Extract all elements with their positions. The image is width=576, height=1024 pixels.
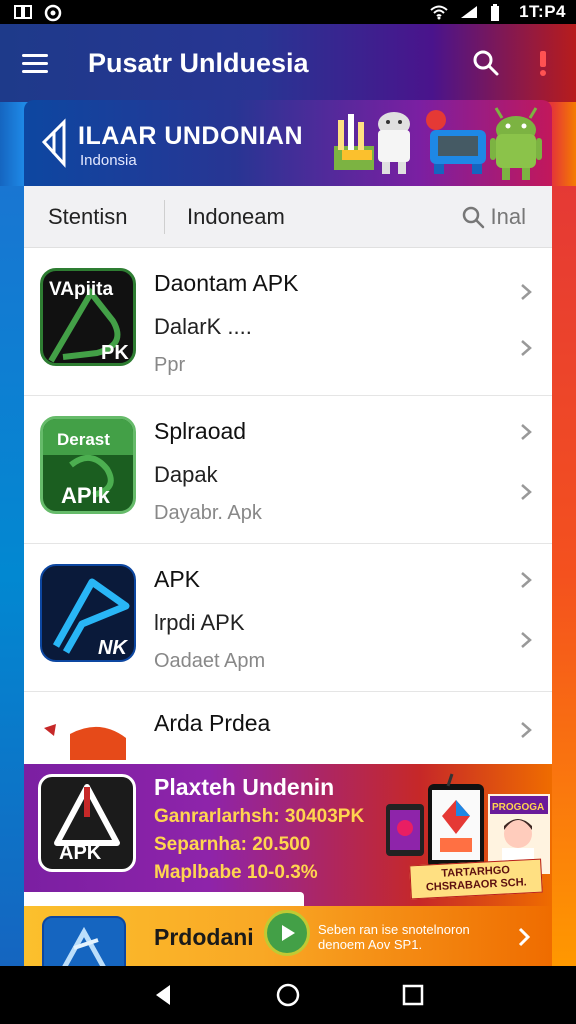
app-bar: Pusatr Unlduesia	[0, 24, 576, 102]
app-name: Splraoad	[154, 418, 247, 444]
app-name: APK	[154, 566, 201, 592]
book-icon	[14, 4, 32, 20]
bottom-app-icon	[42, 916, 126, 966]
apk-flag-icon	[40, 714, 136, 760]
banner-title: ILAAR UNDONIAN	[78, 122, 304, 150]
svg-text:Derast: Derast	[57, 430, 110, 449]
search-icon[interactable]	[466, 43, 506, 83]
home-icon[interactable]	[268, 975, 308, 1015]
signal-icon	[459, 4, 478, 20]
battery-icon	[489, 4, 507, 21]
bottom-feature-card[interactable]: Prdodani Seben ran ise snotelnoron denoe…	[24, 906, 552, 966]
apk-promo-icon: APK	[38, 774, 136, 872]
app-subtitle: Dapak	[154, 462, 218, 487]
app-meta: Ppr	[154, 354, 186, 376]
status-bar: 1T:P4	[0, 0, 576, 24]
filter-search-button[interactable]: Inal	[461, 204, 526, 230]
promo-icon-text: APK	[59, 842, 102, 864]
app-subtitle: lrpdi APK	[154, 610, 245, 635]
app-name: Daontam APK	[154, 270, 299, 296]
alert-icon[interactable]	[528, 43, 558, 83]
chevron-right-icon[interactable]	[518, 282, 534, 302]
header-banner[interactable]: ILAAR UNDONIAN Indonsia	[24, 100, 552, 186]
wifi-icon	[429, 4, 448, 20]
promo-banner[interactable]: APK Plaxteh Undenin Ganrarlarhsh: 30403P…	[24, 764, 552, 906]
chevron-right-icon[interactable]	[518, 482, 534, 502]
chevron-right-icon[interactable]	[518, 720, 534, 740]
android-robots-illustration	[322, 100, 552, 186]
status-time: 1T:P4	[519, 2, 566, 21]
play-button[interactable]	[264, 910, 310, 956]
list-item[interactable]: NK APK lrpdi APK Oadaet Apm	[24, 544, 552, 692]
app-list: VApiita PK Daontam APK DalarK .... Ppr D…	[24, 248, 552, 764]
filter-bar: Stentisn Indoneam Inal	[24, 186, 552, 248]
app-subtitle: DalarK ....	[154, 314, 252, 339]
chevron-right-icon[interactable]	[516, 926, 532, 953]
svg-text:VApiita: VApiita	[49, 279, 113, 300]
background-left-edge	[0, 186, 24, 966]
search-icon	[462, 206, 484, 228]
notification-icon	[44, 4, 62, 22]
promo-stat-2: Separnha: 20.500	[154, 834, 311, 855]
svg-text:APlk: APlk	[61, 483, 111, 508]
app-name: Arda Prdea	[154, 710, 271, 736]
chevron-right-icon[interactable]	[518, 338, 534, 358]
promo-stat-1: Ganrarlarhsh: 30403PK	[154, 806, 365, 827]
tab-indoneam[interactable]: Indoneam	[187, 204, 461, 230]
system-nav-bar	[0, 966, 576, 1024]
apk-neon-icon: NK	[40, 564, 136, 662]
app-title: Pusatr Unlduesia	[88, 47, 309, 78]
recents-icon[interactable]	[393, 975, 433, 1015]
app-meta: Oadaet Apm	[154, 650, 266, 672]
promo-sticker-text: TARTARHGO CHSRABAOR SCH.	[409, 858, 543, 900]
tab-stentisn[interactable]: Stentisn	[24, 204, 164, 230]
banner-subtitle: Indonsia	[80, 152, 137, 169]
apk-green-icon: VApiita PK	[40, 268, 136, 366]
chevron-right-icon[interactable]	[518, 422, 534, 442]
promo-title: Plaxteh Undenin	[154, 774, 335, 800]
list-item[interactable]: Derast APlk Splraoad Dapak Dayabr. Apk	[24, 396, 552, 544]
svg-text:NK: NK	[98, 637, 128, 659]
bottom-card-title: Prdodani	[154, 924, 254, 950]
chevron-right-icon[interactable]	[518, 630, 534, 650]
bottom-card-text: Seben ran ise snotelnoron denoem Aov SP1…	[318, 922, 470, 952]
chevron-right-icon[interactable]	[518, 570, 534, 590]
list-item[interactable]: VApiita PK Daontam APK DalarK .... Ppr	[24, 248, 552, 396]
apk-download-icon: Derast APlk	[40, 416, 136, 514]
play-icon	[282, 925, 295, 941]
hamburger-menu-icon[interactable]	[22, 43, 62, 83]
list-item[interactable]: Arda Prdea	[24, 692, 552, 760]
brand-logo-icon	[40, 118, 68, 168]
promo-sign-text: PROGOGA	[492, 802, 544, 813]
filter-search-label: Inal	[490, 203, 526, 229]
back-icon[interactable]	[143, 975, 183, 1015]
app-meta: Dayabr. Apk	[154, 502, 262, 524]
background-right-edge	[552, 186, 576, 966]
svg-text:PK: PK	[101, 342, 129, 364]
promo-stat-3: Maplbabe 10-0.3%	[154, 862, 318, 883]
tab-divider	[164, 199, 165, 234]
promo-progress-bar	[24, 892, 304, 906]
